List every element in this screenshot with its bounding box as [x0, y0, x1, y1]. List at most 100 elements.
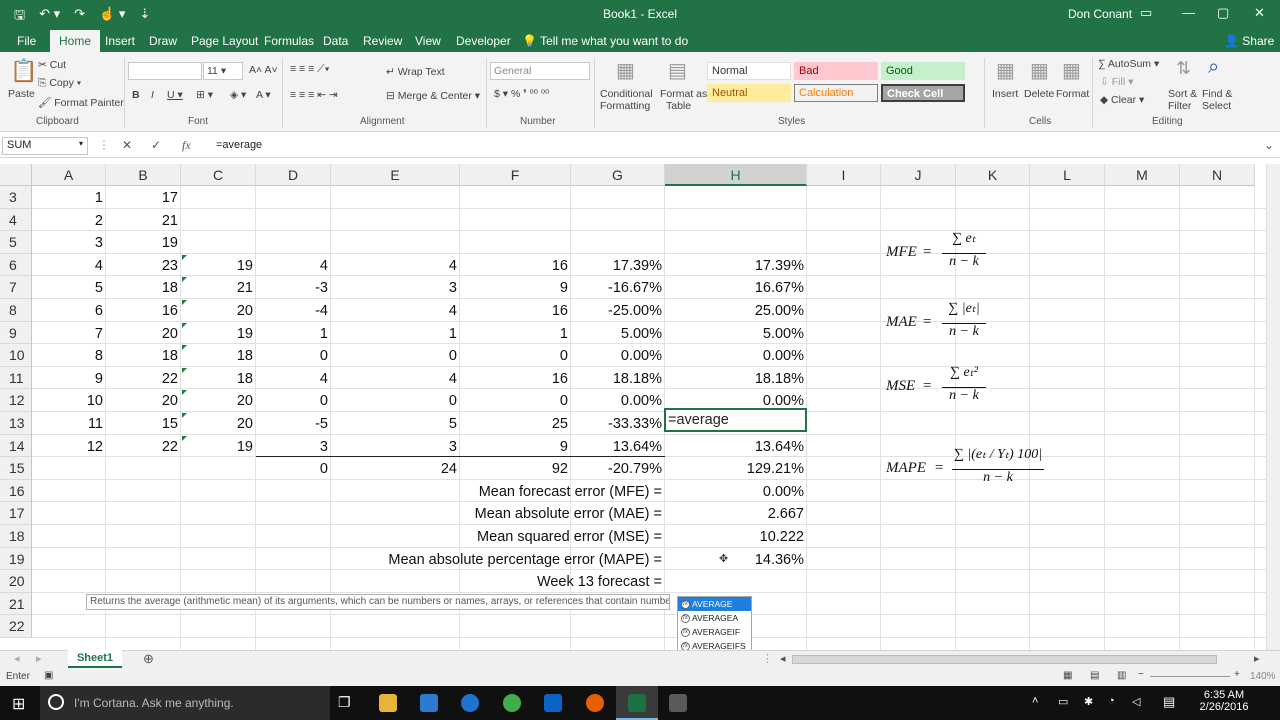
cell-f7[interactable]: 9: [460, 276, 571, 298]
tab-view[interactable]: View: [415, 34, 441, 48]
summary-value[interactable]: 2.667: [665, 502, 807, 524]
cell-f10[interactable]: 0: [460, 344, 571, 366]
row-header-4[interactable]: 4: [0, 208, 32, 232]
style-normal[interactable]: Normal: [707, 62, 791, 80]
row-header-3[interactable]: 3: [0, 186, 32, 209]
formatting-label[interactable]: Formatting: [600, 100, 650, 112]
column-header-e[interactable]: E: [331, 164, 460, 186]
cell-a11[interactable]: 9: [32, 367, 106, 389]
scroll-left-icon[interactable]: ◂: [780, 652, 786, 665]
delete-cells-button[interactable]: Delete: [1024, 88, 1054, 100]
cell-f15[interactable]: 92: [460, 457, 571, 479]
cell-a12[interactable]: 10: [32, 389, 106, 411]
cell-g6[interactable]: 17.39%: [571, 254, 665, 276]
worksheet-grid[interactable]: A B C D E F G H I J K L M N 3 4 5 6 7 8 9 10 11 12 13 14 15 16 17 18 1…: [0, 164, 1266, 650]
cell-f8[interactable]: 16: [460, 299, 571, 321]
zoom-in-icon[interactable]: +: [1234, 669, 1240, 680]
column-header-m[interactable]: M: [1105, 164, 1180, 186]
clear-button[interactable]: ◆ Clear ▾: [1100, 94, 1144, 106]
cell-h6[interactable]: 17.39%: [665, 254, 807, 276]
close-icon[interactable]: ✕: [1254, 5, 1265, 21]
autocomplete-item[interactable]: fx AVERAGE: [678, 597, 751, 611]
cell-f14[interactable]: 9: [460, 435, 571, 457]
column-header-b[interactable]: B: [106, 164, 181, 186]
cell-b9[interactable]: 20: [106, 322, 181, 344]
cell-g11[interactable]: 18.18%: [571, 367, 665, 389]
zoom-level[interactable]: 140%: [1250, 671, 1276, 682]
cell-e14[interactable]: 3: [331, 435, 460, 457]
tab-insert[interactable]: Insert: [105, 34, 135, 48]
cell-a5[interactable]: 3: [32, 231, 106, 253]
tell-me-search[interactable]: 💡 Tell me what you want to do: [522, 34, 688, 48]
row-header-7[interactable]: 7: [0, 276, 32, 299]
format-cells-button[interactable]: Format: [1056, 88, 1089, 100]
cell-f13[interactable]: 25: [460, 412, 571, 434]
bold-button[interactable]: B: [132, 89, 140, 101]
conditional-formatting-label[interactable]: Conditional: [600, 88, 653, 100]
cell-e9[interactable]: 1: [331, 322, 460, 344]
autosum-button[interactable]: ∑ AutoSum ▾: [1098, 58, 1159, 70]
cell-b11[interactable]: 22: [106, 367, 181, 389]
store-icon[interactable]: [420, 694, 438, 712]
cancel-entry-icon[interactable]: ✕: [122, 138, 132, 152]
cell-g14[interactable]: 13.64%: [571, 435, 665, 457]
paste-button[interactable]: Paste: [8, 88, 35, 100]
network-icon[interactable]: ✱: [1084, 695, 1093, 708]
file-explorer-icon[interactable]: [379, 694, 397, 712]
cell-b13[interactable]: 15: [106, 412, 181, 434]
vertical-scrollbar[interactable]: [1266, 164, 1280, 650]
column-header-h[interactable]: H: [665, 164, 807, 186]
cell-e6[interactable]: 4: [331, 254, 460, 276]
minimize-icon[interactable]: —: [1182, 5, 1195, 20]
cell-h7[interactable]: 16.67%: [665, 276, 807, 298]
column-header-a[interactable]: A: [32, 164, 106, 186]
italic-button[interactable]: I: [151, 89, 154, 101]
page-layout-view-icon[interactable]: ▤: [1090, 670, 1099, 681]
style-calculation[interactable]: Calculation: [794, 84, 878, 102]
chrome-icon[interactable]: [503, 694, 521, 712]
copy-button[interactable]: ⎘ Copy ▾: [38, 77, 81, 90]
row-header-5[interactable]: 5: [0, 231, 32, 254]
horizontal-align-icons[interactable]: ≡ ≡ ≡ ⇤ ⇥: [290, 89, 338, 101]
cell-h10[interactable]: 0.00%: [665, 344, 807, 366]
cut-button[interactable]: ✂ Cut: [38, 59, 66, 71]
tab-formulas[interactable]: Formulas: [264, 34, 314, 48]
row-header-12[interactable]: 12: [0, 389, 32, 412]
horizontal-scrollbar[interactable]: [792, 655, 1217, 664]
tab-home[interactable]: Home: [50, 30, 101, 52]
volume-icon[interactable]: ◁: [1132, 695, 1140, 708]
cell-g12[interactable]: 0.00%: [571, 389, 665, 411]
row-header-22[interactable]: 22: [0, 615, 32, 638]
task-view-icon[interactable]: ❐: [338, 694, 351, 711]
cell-a8[interactable]: 6: [32, 299, 106, 321]
cell-e10[interactable]: 0: [331, 344, 460, 366]
action-center-icon[interactable]: ▤: [1163, 694, 1175, 710]
firefox-icon[interactable]: [586, 694, 604, 712]
cell-b5[interactable]: 19: [106, 231, 181, 253]
cell-b6[interactable]: 23: [106, 254, 181, 276]
summary-value[interactable]: 14.36%: [665, 548, 807, 570]
maximize-icon[interactable]: ▢: [1217, 5, 1229, 21]
tab-data[interactable]: Data: [323, 34, 348, 48]
sheet-nav-next-icon[interactable]: ▸: [36, 652, 42, 665]
column-header-g[interactable]: G: [571, 164, 665, 186]
autocomplete-item[interactable]: fx AVERAGEIF: [678, 625, 751, 639]
column-header-l[interactable]: L: [1030, 164, 1105, 186]
cell-h15[interactable]: 129.21%: [665, 457, 807, 479]
cell-e11[interactable]: 4: [331, 367, 460, 389]
add-sheet-icon[interactable]: ⊕: [143, 651, 154, 667]
cell-g8[interactable]: -25.00%: [571, 299, 665, 321]
cell-a9[interactable]: 7: [32, 322, 106, 344]
underline-button[interactable]: U ▾: [167, 89, 183, 101]
cell-a7[interactable]: 5: [32, 276, 106, 298]
scroll-right-icon[interactable]: ▸: [1254, 652, 1260, 665]
zoom-out-icon[interactable]: −: [1138, 669, 1144, 680]
row-header-13[interactable]: 13: [0, 412, 32, 435]
cell-f9[interactable]: 1: [460, 322, 571, 344]
row-header-8[interactable]: 8: [0, 299, 32, 322]
fill-color-icon[interactable]: ◈ ▾: [230, 89, 246, 101]
font-size-select[interactable]: 11 ▾: [203, 62, 243, 80]
cell-d14[interactable]: 3: [256, 435, 331, 457]
cell-g15[interactable]: -20.79%: [571, 457, 665, 479]
cell-c14[interactable]: 19: [181, 435, 256, 457]
